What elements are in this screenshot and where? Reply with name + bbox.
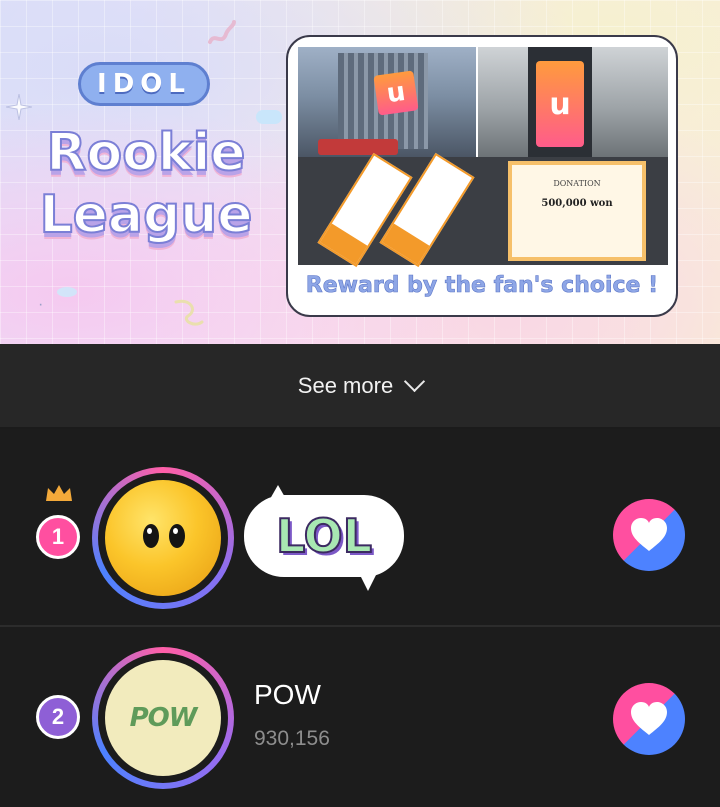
- ranking-row[interactable]: 2 POW POW 930,156: [0, 627, 720, 807]
- vote-heart-button[interactable]: [613, 499, 685, 571]
- ranking-row[interactable]: 1 LOL: [0, 429, 720, 625]
- sparkle-icon: [6, 94, 32, 120]
- vote-count: 930,156: [254, 727, 330, 750]
- rookie-league-title: Rookie League: [36, 122, 256, 246]
- reward-photo-card: u u DONATION 500,000 won Reward by the f…: [286, 35, 678, 317]
- u-logo-icon: u: [536, 61, 584, 147]
- rank-badge: 1: [36, 515, 80, 559]
- dot-decoration-icon: ·: [38, 296, 44, 313]
- cloud-decoration-icon: [256, 110, 282, 124]
- heart-icon: [631, 518, 667, 551]
- u-logo-icon: u: [373, 70, 419, 116]
- eye-shape: [169, 524, 185, 548]
- title-line-league: League: [38, 184, 253, 246]
- vote-heart-button[interactable]: [613, 683, 685, 755]
- avatar[interactable]: POW: [92, 647, 234, 789]
- donation-certificate: DONATION 500,000 won: [508, 161, 646, 261]
- squiggle-icon: [208, 20, 236, 44]
- see-more-label: See more: [297, 372, 394, 398]
- certificate-amount: 500,000 won: [541, 198, 613, 209]
- see-more-button[interactable]: See more: [0, 344, 720, 427]
- crown-icon: [46, 485, 72, 501]
- bus-shape: [318, 139, 398, 155]
- rank-badge: 2: [36, 695, 80, 739]
- avatar[interactable]: [92, 467, 234, 609]
- small-cloud-icon: [57, 287, 77, 297]
- heart-icon: [631, 702, 667, 735]
- title-line-rookie: Rookie: [45, 122, 246, 184]
- pow-logo-text: POW: [129, 703, 198, 733]
- idol-logo-pill: IDOL: [78, 62, 210, 106]
- lol-logo-bubble: LOL: [244, 485, 404, 591]
- eye-shape: [143, 524, 159, 548]
- emoji-face-image: [105, 480, 221, 596]
- photo-strip-and-certificate-photo: DONATION 500,000 won: [298, 152, 668, 268]
- pow-logo-image: POW: [105, 660, 221, 776]
- certificate-title: DONATION: [553, 179, 601, 188]
- reward-caption: Reward by the fan's choice !: [305, 273, 659, 299]
- building-billboard-photo: u: [298, 47, 476, 157]
- subway-ad-photo: u: [478, 47, 668, 157]
- idol-name: POW: [254, 679, 321, 710]
- lol-logo-text: LOL: [275, 508, 373, 564]
- chevron-down-icon: [404, 370, 426, 393]
- promo-banner[interactable]: IDOL Rookie League · u u DONATION 500,00…: [0, 0, 720, 344]
- swirl-icon: [174, 299, 204, 326]
